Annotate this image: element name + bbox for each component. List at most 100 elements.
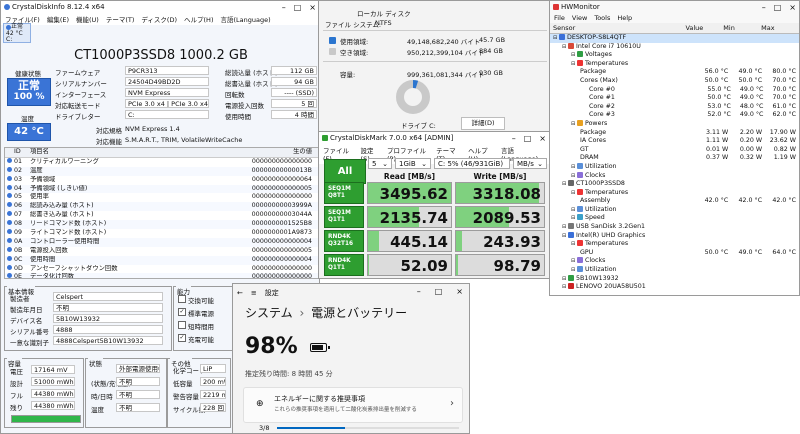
tree-toggle-icon[interactable]: ⊟ [562,283,567,292]
hwm-col-min[interactable]: Min [723,23,761,33]
close-icon[interactable]: × [309,3,316,12]
smart-row[interactable]: 0E データ化け回数 000000000000000 [5,273,318,278]
hwm-sensor-tree[interactable]: ⊟ DESKTOP-S8L4QTF ⊟ Intel Core i7 10610U ⊟ Vo… [550,34,799,292]
hwm-col-sensor[interactable]: Sensor [550,23,685,33]
health-status-badge[interactable]: 正常 100 % [7,78,51,106]
sensor-row[interactable]: Package 3.11 W 2.20 W 17.90 W [550,129,799,138]
minimize-icon[interactable]: – [282,3,286,12]
tree-toggle-icon[interactable]: ⊟ [571,206,576,215]
tree-toggle-icon[interactable]: ⊟ [571,120,576,129]
sensor-row[interactable]: ⊟ USB SanDisk 3.2Gen1 [550,223,799,232]
sensor-row[interactable]: DRAM 0.37 W 0.32 W 1.19 W [550,154,799,163]
smart-row[interactable]: 02 温度 00000000000013B [5,166,318,176]
checkbox[interactable]: ✓ [178,334,186,342]
sensor-row[interactable]: ⊟ 5B10W13932 [550,274,799,284]
smart-row[interactable]: 03 予備領域 000000000000064 [5,175,318,185]
checkbox[interactable]: ✓ [178,308,186,316]
close-icon[interactable]: × [456,287,463,296]
sensor-row[interactable]: ⊟ Clocks [550,257,799,266]
maximize-icon[interactable]: □ [774,3,782,12]
detail-button[interactable]: 詳細(D) [461,117,505,130]
menu-item[interactable]: 言語(Language) [220,14,270,24]
sensor-row[interactable]: ⊟ Intel Core i7 10610U [550,42,799,52]
smart-row[interactable]: 0A コントローラー使用時間 000000000000004 [5,237,318,247]
tree-toggle-icon[interactable]: ⊟ [571,266,576,275]
smart-row[interactable]: 09 ライトコマンド数 (ホスト) 0000000001A9873 [5,229,318,238]
minimize-icon[interactable]: – [512,134,516,143]
sensor-row[interactable]: ⊟ Temperatures [550,240,799,249]
test-label-button[interactable]: SEQ1M Q1T1 [324,206,364,228]
sensor-row[interactable]: Cores (Max) 50.0 °C 50.0 °C 70.0 °C [550,77,799,86]
menu-item[interactable]: File [554,14,565,22]
smart-row[interactable]: 05 使用率 000000000000000 [5,193,318,202]
sensor-row[interactable]: Core #0 55.0 °C 49.0 °C 70.0 °C [550,86,799,95]
tree-toggle-icon[interactable]: ⊟ [562,43,567,52]
drive-select[interactable]: C: 5% (46/931GiB) [434,158,510,169]
hwm-col-value[interactable]: Value [685,23,723,33]
unit-select[interactable]: MB/s ⌄ [513,158,547,169]
tree-toggle-icon[interactable]: ⊟ [562,232,567,241]
tree-toggle-icon[interactable]: ⊟ [562,223,567,232]
sensor-row[interactable]: Package 56.0 °C 49.0 °C 80.0 °C [550,68,799,77]
smart-row[interactable]: 0B 電源投入回数 000000000000005 [5,246,318,256]
smart-row[interactable]: 0D アンセーフシャットダウン回数 000000000000000 [5,264,318,274]
sensor-row[interactable]: ⊟ DESKTOP-S8L4QTF [550,34,799,43]
tree-toggle-icon[interactable]: ⊟ [571,189,576,198]
sensor-row[interactable]: ⊟ Voltages [550,51,799,60]
tree-toggle-icon[interactable]: ⊟ [571,163,576,172]
minimize-icon[interactable]: – [762,3,766,12]
menu-item[interactable]: ディスク(D) [141,14,177,24]
sensor-row[interactable]: ⊟ Clocks [550,171,799,181]
sensor-row[interactable]: ⊟ LENOVO 20UA58U501 [550,283,799,292]
sensor-row[interactable]: IA Cores 1.11 W 0.20 W 23.62 W [550,137,799,146]
tree-toggle-icon[interactable]: ⊟ [571,240,576,249]
tree-toggle-icon[interactable]: ⊟ [571,257,576,266]
tree-toggle-icon[interactable]: ⊟ [571,172,576,181]
checkbox[interactable] [178,321,186,329]
size-select[interactable]: 1GiB ⌄ [395,158,431,169]
sensor-row[interactable]: ⊟ Utilization [550,205,799,215]
smart-table[interactable]: ID 項目名 生の値 01 クリティカルワーニング 000000000000000 0… [4,147,319,279]
smart-row[interactable]: 01 クリティカルワーニング 000000000000000 [5,157,318,167]
test-label-button[interactable]: SEQ1M Q8T1 [324,182,364,204]
menu-item[interactable]: Tools [594,14,610,22]
all-test-button[interactable]: All [324,159,366,184]
maximize-icon[interactable]: □ [524,134,532,143]
cdi-disk-tab[interactable]: 正常 42 °C C: [3,23,31,43]
smart-row[interactable]: 06 総読み込み量 (ホスト) 00000000003999A [5,202,318,212]
menu-item[interactable]: ヘルプ(H) [184,14,213,24]
sensor-row[interactable]: GT 0.01 W 0.00 W 0.82 W [550,146,799,155]
tree-toggle-icon[interactable]: ⊟ [571,214,576,223]
sensor-row[interactable]: Core #1 50.0 °C 49.0 °C 70.0 °C [550,94,799,103]
sensor-row[interactable]: ⊟ Speed [550,214,799,223]
sensor-row[interactable]: ⊟ CT1000P3SSD8 [550,180,799,189]
sensor-row[interactable]: Assembly 42.0 °C 42.0 °C 42.0 °C [550,197,799,206]
sensor-row[interactable]: ⊟ Powers [550,119,799,129]
sensor-row[interactable]: ⊟ Utilization [550,162,799,172]
maximize-icon[interactable]: □ [294,3,302,12]
menu-item[interactable]: テーマ(T) [106,14,135,24]
sensor-row[interactable]: ⊟ Utilization [550,266,799,275]
menu-item[interactable]: View [572,14,587,22]
maximize-icon[interactable]: □ [435,287,443,296]
hwm-col-max[interactable]: Max [761,23,799,33]
close-icon[interactable]: × [539,134,546,143]
sensor-row[interactable]: GPU 50.0 °C 49.0 °C 64.0 °C [550,249,799,258]
smart-row[interactable]: 08 リードコマンド数 (ホスト) 0000000001525B8 [5,220,318,230]
hamburger-icon[interactable]: ≡ [251,289,257,297]
close-icon[interactable]: × [789,3,796,12]
smart-row[interactable]: 07 総書き込み量 (ホスト) 00000000003044A [5,211,318,220]
smart-row[interactable]: 04 予備領域 (しきい値) 000000000000005 [5,184,318,194]
minimize-icon[interactable]: – [417,287,421,296]
sensor-row[interactable]: ⊟ Temperatures [550,188,799,198]
tree-toggle-icon[interactable]: ⊟ [571,60,576,69]
test-label-button[interactable]: RND4K Q32T16 [324,230,364,252]
menu-item[interactable]: 機能(U) [76,14,99,24]
sensor-row[interactable]: ⊟ Intel(R) UHD Graphics [550,231,799,241]
menu-item[interactable]: Help [617,14,632,22]
breadcrumb-parent[interactable]: システム [245,306,293,320]
back-arrow-icon[interactable]: ← [237,289,243,297]
tree-toggle-icon[interactable]: ⊟ [553,34,558,43]
test-label-button[interactable]: RND4K Q1T1 [324,254,364,276]
count-select[interactable]: 5 ⌄ [368,158,392,169]
